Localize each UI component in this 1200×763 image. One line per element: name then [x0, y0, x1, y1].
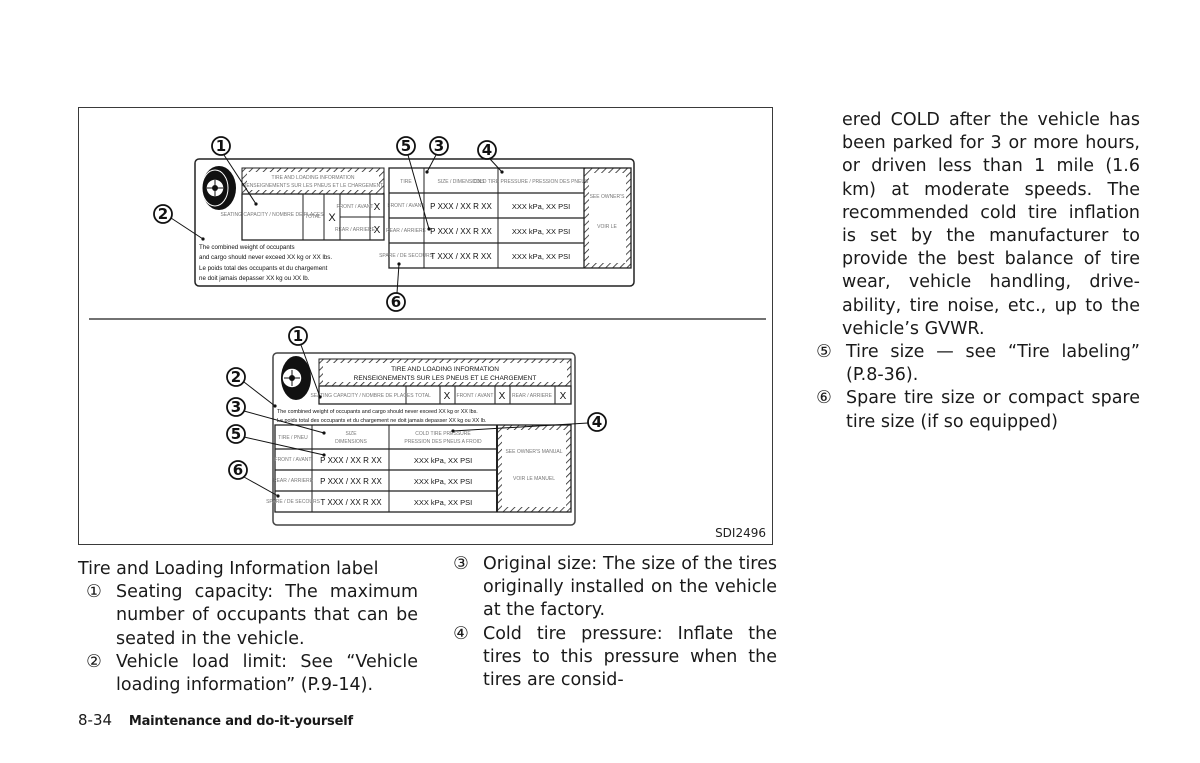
item-text: Vehicle load limit: See “Vehicle loading… — [116, 651, 418, 696]
label-header-fr: RENSEIGNEMENTS SUR LES PNEUS ET LE CHARG… — [243, 183, 384, 189]
item-number: ② — [86, 651, 102, 672]
tire-position-label: REAR / ARRIERE — [386, 228, 427, 234]
tire-icon — [201, 166, 236, 210]
tire-pressure-value: XXX kPa, XX PSI — [512, 202, 570, 211]
tire-pressure-value: XXX kPa, XX PSI — [414, 477, 472, 486]
load-limit-text-en: The combined weight of occupants and car… — [277, 409, 478, 415]
tire-pressure-value: XXX kPa, XX PSI — [512, 227, 570, 236]
item-number: ④ — [453, 623, 469, 644]
tire-position-label: SPARE / DE SECOURS — [379, 253, 433, 259]
text-column-middle: ③ Original size: The size of the tires o… — [445, 553, 777, 692]
col-size-header-1: SIZE — [345, 431, 357, 437]
side-note-en: SEE OWNER'S — [590, 194, 626, 200]
text-column-right: ered COLD after the vehicle has been par… — [808, 109, 1140, 434]
side-note-fr: VOIR LE — [597, 224, 617, 230]
front-label: FRONT / AVANT — [457, 393, 494, 399]
text-column-left: Tire and Loading Information label ① Sea… — [78, 558, 418, 697]
svg-text:X: X — [560, 391, 567, 402]
item-text: Tire size — see “Tire labeling” (P.8-36)… — [846, 342, 1140, 386]
seating-capacity-label: SEATING CAPACITY / NOMBRE DE PLACES — [310, 393, 414, 399]
list-item-3: ③ Original size: The size of the tires o… — [445, 553, 777, 623]
tire-size-value: P XXX / XX R XX — [320, 456, 382, 465]
col-pressure-header-1: COLD TIRE PRESSURE — [415, 431, 471, 437]
svg-text:X: X — [374, 202, 381, 213]
total-label: TOTAL — [305, 214, 321, 220]
tire-pressure-value: XXX kPa, XX PSI — [414, 456, 472, 465]
svg-text:X: X — [374, 225, 381, 236]
tire-size-value: P XXX / XX R XX — [430, 202, 492, 211]
tire-pressure-value: XXX kPa, XX PSI — [512, 252, 570, 261]
tire-position-label: SPARE / DE SECOURS — [266, 499, 320, 505]
item-text: Seating capacity: The maximum number of … — [116, 582, 418, 649]
side-note-en: SEE OWNER'S MANUAL — [505, 449, 562, 455]
svg-text:2: 2 — [158, 205, 168, 223]
section-heading: Tire and Loading Information label — [78, 559, 379, 579]
svg-text:3: 3 — [231, 398, 241, 416]
tire-size-value: T XXX / XX R XX — [430, 252, 492, 261]
col-pressure-header-2: PRESSION DES PNEUS A FROID — [404, 439, 482, 445]
svg-text:4: 4 — [592, 413, 602, 431]
svg-text:6: 6 — [391, 293, 401, 311]
tire-position-label: REAR / ARRIERE — [273, 478, 314, 484]
svg-text:X: X — [444, 391, 451, 402]
rear-label: REAR / ARRIERE — [335, 227, 376, 233]
tire-label-figure: TIRE AND LOADING INFORMATION RENSEIGNEME… — [78, 107, 773, 545]
page-footer: 8-34 Maintenance and do-it-yourself — [78, 711, 353, 729]
svg-text:6: 6 — [233, 461, 243, 479]
svg-text:5: 5 — [401, 137, 411, 155]
tire-position-label: FRONT / AVANT — [275, 457, 312, 463]
svg-text:4: 4 — [482, 141, 492, 159]
side-note-fr: VOIR LE MANUEL — [513, 476, 555, 482]
total-label: TOTAL — [415, 393, 431, 399]
list-item-6: ⑥ Spare tire size or compact spare tire … — [808, 387, 1140, 433]
col-size-header-2: DIMENSIONS — [335, 439, 367, 445]
label-header-fr: RENSEIGNEMENTS SUR LES PNEUS ET LE CHARG… — [354, 375, 537, 382]
tire-icon — [281, 356, 311, 400]
list-item-4: ④ Cold tire pressure: Inflate the tires … — [445, 623, 777, 693]
figure-code: SDI2496 — [715, 526, 766, 540]
item-text: Cold tire pressure: Inflate the tires to… — [483, 623, 777, 691]
svg-text:X: X — [328, 212, 336, 224]
rear-label: REAR / ARRIERE — [512, 393, 553, 399]
list-item-2: ② Vehicle load limit: See “Vehicle loadi… — [78, 651, 418, 697]
item-number: ③ — [453, 554, 469, 574]
col-tire-header: TIRE — [400, 179, 412, 185]
list-item-5: ⑤ Tire size — see “Tire labeling” (P.8-3… — [808, 341, 1140, 387]
svg-text:1: 1 — [293, 327, 303, 345]
page-number: 8-34 — [78, 711, 113, 729]
col-tire-header: TIRE / PNEU — [278, 435, 308, 441]
label-header-en: TIRE AND LOADING INFORMATION — [272, 175, 355, 181]
svg-text:X: X — [499, 391, 506, 402]
tire-size-value: P XXX / XX R XX — [430, 227, 492, 236]
list-item-1: ① Seating capacity: The maximum number o… — [78, 581, 418, 651]
svg-text:3: 3 — [434, 137, 444, 155]
load-limit-text-fr-1: Le poids total des occupants et du charg… — [199, 265, 328, 272]
tire-size-value: T XXX / XX R XX — [320, 498, 382, 507]
item-number: ① — [86, 582, 102, 603]
item-4-continuation: ered COLD after the vehicle has been par… — [842, 110, 1140, 339]
item-text: Spare tire size or compact spare tire si… — [846, 388, 1140, 432]
svg-text:2: 2 — [231, 368, 241, 386]
label-header-en: TIRE AND LOADING INFORMATION — [391, 366, 499, 373]
load-limit-text-en-1: The combined weight of occupants — [199, 244, 295, 251]
svg-text:5: 5 — [231, 425, 241, 443]
svg-text:1: 1 — [216, 137, 226, 155]
item-number: ⑤ — [816, 342, 832, 363]
load-limit-text-en-2: and cargo should never exceed XX kg or X… — [199, 254, 332, 261]
item-text: Original size: The size of the tires ori… — [483, 554, 777, 621]
load-limit-text-fr: Le poids total des occupants et du charg… — [277, 418, 486, 424]
tire-pressure-value: XXX kPa, XX PSI — [414, 498, 472, 507]
tire-label-illustration: TIRE AND LOADING INFORMATION RENSEIGNEME… — [89, 136, 766, 526]
tire-size-value: P XXX / XX R XX — [320, 477, 382, 486]
label-bottom: TIRE AND LOADING INFORMATION RENSEIGNEME… — [266, 352, 576, 526]
tire-position-label: FRONT / AVANT — [388, 203, 425, 209]
item-number: ⑥ — [816, 388, 832, 409]
section-name: Maintenance and do-it-yourself — [128, 714, 353, 729]
load-limit-text-fr-2: ne doit jamais depasser XX kg ou XX lb. — [199, 275, 310, 282]
front-label: FRONT / AVANT — [337, 204, 374, 210]
